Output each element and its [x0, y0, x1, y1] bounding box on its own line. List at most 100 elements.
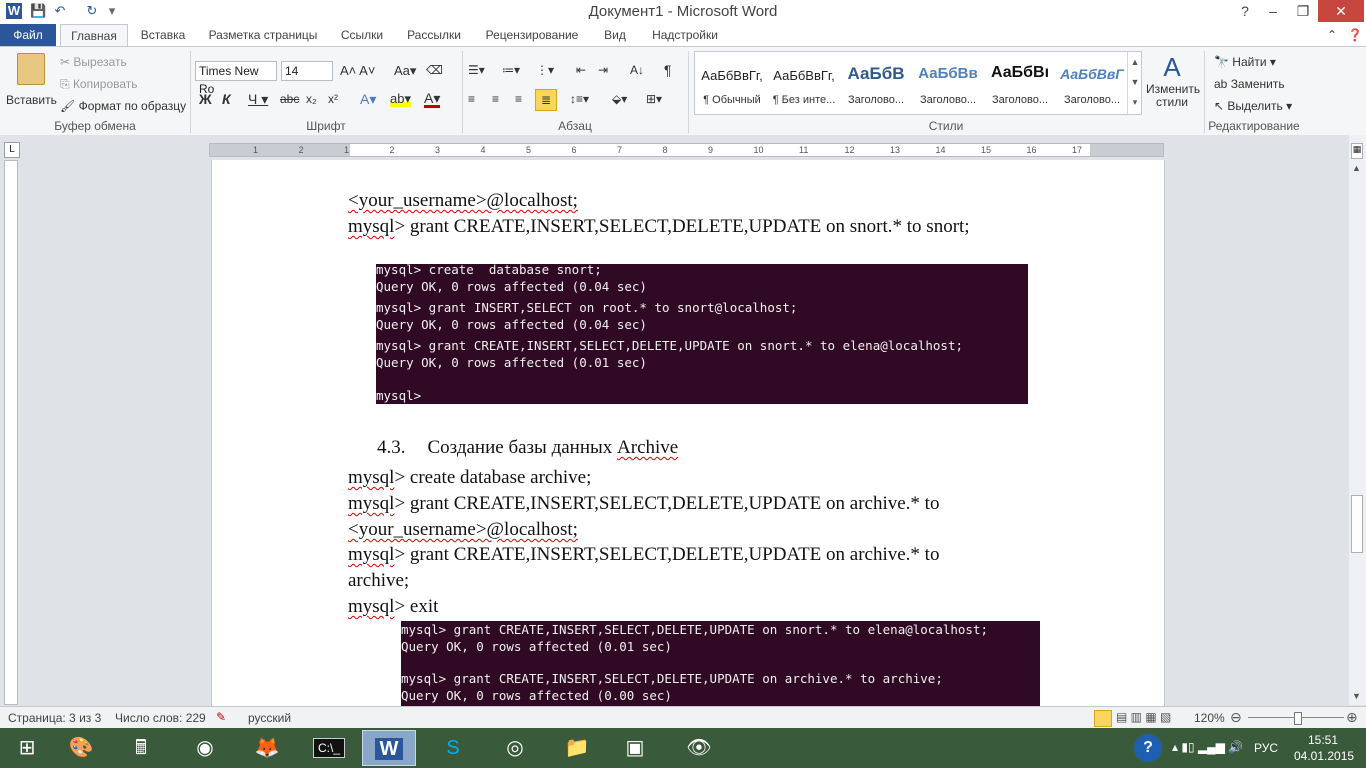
multilevel-icon[interactable]: ⋮▾ — [536, 63, 554, 77]
scissors-icon: ✂ — [60, 55, 74, 69]
tab-addins[interactable]: Надстройки — [642, 24, 728, 46]
change-case-icon[interactable]: Aa▾ — [394, 63, 416, 79]
font-color-icon[interactable]: A▾ — [424, 91, 441, 108]
close-button[interactable]: ✕ — [1318, 0, 1364, 22]
cmd-icon[interactable]: C:\_ — [302, 730, 356, 766]
start-windows-icon[interactable]: ⊞ — [0, 730, 54, 766]
change-styles-button[interactable]: A Изменить стили — [1146, 51, 1200, 115]
paint-icon[interactable]: 🎨 — [54, 730, 108, 766]
proofing-icon[interactable]: ✎ — [216, 710, 226, 724]
tab-home[interactable]: Главная — [60, 24, 128, 46]
tab-references[interactable]: Ссылки — [332, 24, 392, 46]
scroll-down-icon[interactable]: ▼ — [1352, 691, 1361, 701]
numbering-icon[interactable]: ≔▾ — [502, 63, 520, 77]
style-heading-2[interactable]: АаБбВв Заголово... — [913, 54, 983, 110]
restore-button[interactable]: ❐ — [1288, 0, 1318, 22]
chrome-icon[interactable]: ◎ — [488, 730, 542, 766]
calculator-icon[interactable]: 🖩 — [114, 730, 168, 766]
borders-icon[interactable]: ⊞▾ — [646, 92, 662, 106]
collapse-ribbon-icon[interactable]: ⌃ — [1322, 24, 1342, 46]
format-painter-button[interactable]: 🖌 Формат по образцу — [60, 99, 186, 113]
style-normal[interactable]: АаБбВвГг, ¶ Обычный — [697, 54, 767, 110]
vertical-scrollbar[interactable]: ▦ ▲ ▼ — [1349, 135, 1366, 705]
font-name-field[interactable]: Times New Ro — [195, 61, 277, 96]
word-app-icon[interactable]: W — [6, 3, 22, 19]
style-heading-4[interactable]: АаБбВвГ Заголово... — [1057, 54, 1127, 110]
help-circle-icon[interactable]: ❓ — [1346, 24, 1364, 46]
help-icon[interactable]: ? — [1230, 0, 1260, 22]
tab-view[interactable]: Вид — [596, 24, 634, 46]
highlight-icon[interactable]: ab▾ — [390, 91, 411, 107]
virtualbox-icon[interactable]: ▣ — [608, 730, 662, 766]
view-modes-icon[interactable]: ▤ ▥ ▦ ▧ — [1116, 710, 1171, 724]
bold-icon[interactable]: Ж — [199, 91, 212, 107]
line-spacing-icon[interactable]: ↕≡▾ — [570, 92, 589, 106]
superscript-icon[interactable]: x² — [328, 92, 338, 106]
clear-format-icon[interactable]: ⌫ — [426, 63, 443, 77]
tab-mailings[interactable]: Рассылки — [400, 24, 468, 46]
word-count[interactable]: Число слов: 229 — [115, 711, 206, 725]
vertical-ruler[interactable] — [4, 160, 18, 705]
explorer-icon[interactable]: 📁 — [550, 730, 604, 766]
minimize-button[interactable]: – — [1258, 0, 1288, 22]
word-taskbar-icon[interactable]: W — [362, 730, 416, 766]
style-no-spacing[interactable]: АаБбВвГг, ¶ Без инте... — [769, 54, 839, 110]
select-button[interactable]: ↖ Выделить ▾ — [1214, 99, 1292, 113]
scroll-up-icon[interactable]: ▲ — [1352, 163, 1361, 173]
align-left-icon[interactable]: ≡ — [468, 92, 475, 106]
document-page[interactable]: <your_username>@localhost; mysql> grant … — [211, 160, 1165, 706]
zoom-in-icon[interactable]: ⊕ — [1346, 709, 1358, 726]
tab-review[interactable]: Рецензирование — [476, 24, 588, 46]
page-count[interactable]: Страница: 3 из 3 — [8, 711, 101, 725]
zoom-out-icon[interactable]: ⊖ — [1230, 709, 1242, 726]
input-language[interactable]: РУС — [1254, 741, 1278, 755]
align-center-icon[interactable]: ≡ — [492, 92, 499, 106]
undo-icon[interactable]: ↶ — [52, 3, 68, 19]
underline-icon[interactable]: Ч ▾ — [248, 91, 268, 108]
shading-icon[interactable]: ⬙▾ — [612, 92, 627, 106]
style-heading-3[interactable]: АаБбВı Заголово... — [985, 54, 1055, 110]
viewer-icon[interactable]: 👁 — [672, 730, 726, 766]
customize-qat-icon[interactable]: ▾ — [104, 3, 120, 19]
tray-icons[interactable]: ▴ ▮▯ ▂▄▆ 🔊 — [1172, 740, 1243, 754]
bullets-icon[interactable]: ☰▾ — [468, 63, 485, 77]
style-heading-1[interactable]: АаБбВ Заголово... — [841, 54, 911, 110]
print-layout-icon[interactable] — [1094, 710, 1112, 727]
pilcrow-icon[interactable]: ¶ — [664, 62, 672, 78]
increase-indent-icon[interactable]: ⇥ — [598, 63, 608, 77]
skype-icon[interactable]: S — [426, 730, 480, 766]
strikethrough-icon[interactable]: abc — [280, 92, 299, 106]
font-size-field[interactable]: 14 — [281, 61, 333, 81]
justify-icon[interactable]: ≣ — [535, 89, 557, 111]
help-taskbar-icon[interactable]: ? — [1134, 734, 1162, 762]
language[interactable]: русский — [248, 711, 291, 725]
zoom-slider-thumb[interactable] — [1294, 712, 1302, 725]
firefox-icon[interactable]: 🦊 — [240, 730, 294, 766]
text-effects-icon[interactable]: A▾ — [360, 91, 376, 108]
grow-font-icon[interactable]: A˄ A˅ — [340, 63, 375, 78]
media-player-icon[interactable]: ◉ — [178, 730, 232, 766]
find-button[interactable]: 🔭 Найти ▾ — [1214, 55, 1276, 69]
zoom-level[interactable]: 120% — [1194, 711, 1225, 725]
tab-file[interactable]: Файл — [0, 24, 56, 46]
subscript-icon[interactable]: x₂ — [306, 92, 317, 106]
tab-page-layout[interactable]: Разметка страницы — [200, 24, 326, 46]
gallery-scroll[interactable]: ▲ ▼ ▾ — [1127, 52, 1142, 114]
clock-date[interactable]: 04.01.2015 — [1294, 749, 1354, 763]
paste-button[interactable]: Вставить — [6, 51, 57, 111]
italic-icon[interactable]: К — [222, 91, 231, 107]
ruler-toggle-icon[interactable]: ▦ — [1351, 143, 1363, 159]
cut-button[interactable]: ✂ Вырезать — [60, 55, 127, 69]
scroll-thumb[interactable] — [1351, 495, 1363, 553]
horizontal-ruler[interactable]: 1 2 1 2 3 4 5 6 7 8 9 10 11 12 13 14 15 16 17 — [209, 143, 1164, 157]
copy-button[interactable]: ⎘ Копировать — [60, 77, 138, 92]
replace-button[interactable]: ab Заменить — [1214, 77, 1285, 91]
tab-selector-icon[interactable]: L — [4, 142, 20, 158]
tab-insert[interactable]: Вставка — [132, 24, 194, 46]
clock-time[interactable]: 15:51 — [1308, 733, 1338, 747]
save-icon[interactable]: 💾 — [30, 3, 46, 19]
sort-icon[interactable]: A↓ — [630, 63, 644, 77]
decrease-indent-icon[interactable]: ⇤ — [576, 63, 586, 77]
align-right-icon[interactable]: ≡ — [515, 92, 522, 106]
redo-icon[interactable]: ↻ — [84, 3, 100, 19]
